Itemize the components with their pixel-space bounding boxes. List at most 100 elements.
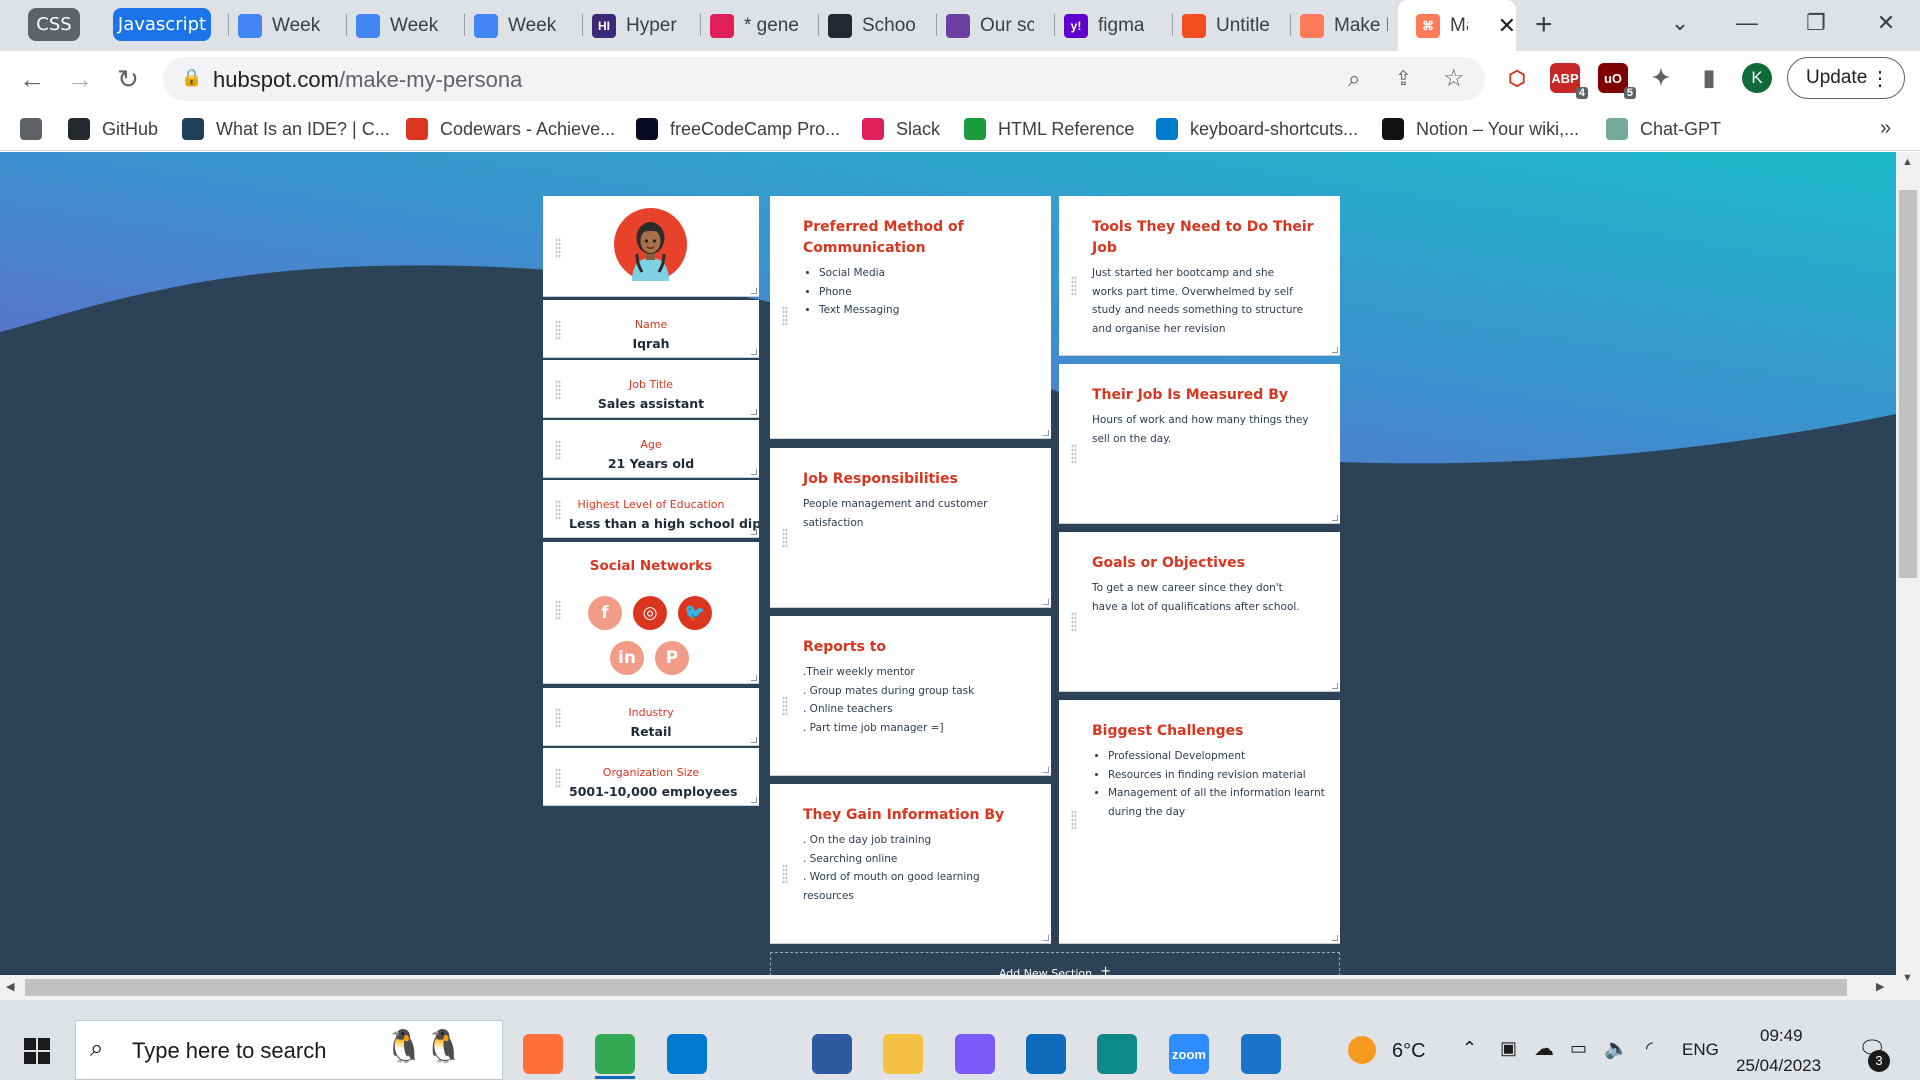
side-panel-icon[interactable]: ▮: [1694, 63, 1724, 93]
taskbar-search-box[interactable]: ⌕ Type here to search 🐧🐧: [75, 1020, 503, 1080]
resize-handle-icon[interactable]: [751, 469, 757, 475]
tab-search-chevron-icon[interactable]: ⌄: [1660, 8, 1700, 38]
facebook-icon[interactable]: f: [588, 596, 622, 630]
bookmark-item[interactable]: [20, 115, 54, 143]
tab[interactable]: Make N: [1300, 8, 1388, 43]
scroll-right-arrow-icon[interactable]: ▶: [1876, 980, 1884, 993]
drag-handle-icon[interactable]: [555, 238, 561, 258]
resize-handle-icon[interactable]: [751, 737, 757, 743]
tab[interactable]: Week 7: [474, 8, 562, 43]
persona-section-card[interactable]: Tools They Need to Do Their Job Just start…: [1059, 196, 1340, 356]
chrome-icon[interactable]: [595, 1034, 635, 1074]
system-tray-chevron-icon[interactable]: ⌃: [1462, 1038, 1477, 1059]
drag-handle-icon[interactable]: [1071, 444, 1077, 464]
twitter-icon[interactable]: 🐦: [678, 596, 712, 630]
restore-icon[interactable]: ❐: [1796, 8, 1836, 38]
weather-sun-icon[interactable]: [1348, 1036, 1376, 1064]
bookmark-item[interactable]: What Is an IDE? | C...: [182, 115, 390, 143]
edge-icon[interactable]: [1097, 1034, 1137, 1074]
address-bar[interactable]: 🔒 hubspot.com/make-my-persona ⌕ ⇪ ☆: [163, 57, 1485, 101]
persona-field-card[interactable]: Organization Size 5001-10,000 employees: [543, 748, 759, 806]
bookmark-item[interactable]: GitHub: [68, 115, 158, 143]
resize-handle-icon[interactable]: [1332, 515, 1338, 521]
persona-section-card[interactable]: Job Responsibilities People management an…: [770, 448, 1051, 608]
forward-icon[interactable]: →: [62, 61, 98, 97]
vertical-scrollbar[interactable]: ▲ ▼: [1896, 152, 1920, 1000]
drag-handle-icon[interactable]: [782, 306, 788, 326]
bookmark-item[interactable]: keyboard-shortcuts...: [1156, 115, 1358, 143]
resize-handle-icon[interactable]: [1043, 935, 1049, 941]
resize-handle-icon[interactable]: [1043, 599, 1049, 605]
photos-icon[interactable]: [1241, 1034, 1281, 1074]
drag-handle-icon[interactable]: [782, 528, 788, 548]
resize-handle-icon[interactable]: [751, 349, 757, 355]
tab[interactable]: Untitle: [1182, 8, 1270, 43]
avatar[interactable]: [614, 208, 687, 281]
tab-group-css[interactable]: CSS: [28, 8, 80, 41]
scrollbar-thumb[interactable]: [1899, 190, 1917, 578]
update-button[interactable]: Update ⋮: [1787, 57, 1905, 99]
instagram-icon[interactable]: ◎: [633, 596, 667, 630]
persona-field-card[interactable]: Age 21 Years old: [543, 420, 759, 478]
powershell-icon[interactable]: [812, 1034, 852, 1074]
drag-handle-icon[interactable]: [782, 864, 788, 884]
drag-handle-icon[interactable]: [1071, 276, 1077, 296]
bookmark-item[interactable]: freeCodeCamp Pro...: [636, 115, 840, 143]
copilot-icon[interactable]: [955, 1034, 995, 1074]
new-tab-icon[interactable]: +: [1535, 8, 1553, 42]
avatar-card[interactable]: [543, 196, 759, 297]
scroll-left-arrow-icon[interactable]: ◀: [6, 980, 14, 993]
tab[interactable]: * gener: [710, 8, 798, 43]
onedrive-cloud-icon[interactable]: ☁: [1534, 1036, 1554, 1061]
ublock-icon[interactable]: uO 5: [1598, 63, 1636, 99]
pinterest-icon[interactable]: P: [655, 641, 689, 675]
resize-handle-icon[interactable]: [1332, 683, 1338, 689]
extensions-puzzle-icon[interactable]: ✦: [1646, 63, 1676, 93]
persona-section-card[interactable]: They Gain Information By . On the day job…: [770, 784, 1051, 944]
wifi-icon[interactable]: ◜: [1646, 1038, 1653, 1059]
add-new-section-button[interactable]: Add New Section +: [770, 952, 1340, 975]
scroll-down-arrow-icon[interactable]: ▼: [1902, 972, 1913, 984]
pocket-icon[interactable]: ⬡: [1502, 63, 1532, 93]
zoom-search-icon[interactable]: ⌕: [1348, 66, 1360, 92]
window-close-icon[interactable]: ✕: [1866, 8, 1906, 38]
reload-icon[interactable]: ↻: [110, 61, 146, 97]
more-bookmarks-chevron-icon[interactable]: »: [1880, 117, 1891, 140]
battery-icon[interactable]: ▭: [1570, 1038, 1587, 1059]
tab-group-javascript[interactable]: Javascript: [113, 8, 211, 41]
bookmark-item[interactable]: Codewars - Achieve...: [406, 115, 615, 143]
persona-field-card[interactable]: Industry Retail: [543, 688, 759, 746]
windows-start-icon[interactable]: [24, 1038, 50, 1064]
drag-handle-icon[interactable]: [1071, 612, 1077, 632]
resize-handle-icon[interactable]: [1332, 935, 1338, 941]
drag-handle-icon[interactable]: [782, 696, 788, 716]
persona-field-card[interactable]: Highest Level of Education Less than a hi…: [543, 480, 759, 538]
tab[interactable]: HI Hyper: [592, 8, 680, 43]
resize-handle-icon[interactable]: [1043, 430, 1049, 436]
profile-avatar[interactable]: K: [1742, 63, 1772, 93]
bookmark-item[interactable]: HTML Reference: [964, 115, 1134, 143]
url-text[interactable]: hubspot.com/make-my-persona: [213, 67, 522, 93]
persona-field-card[interactable]: Job Title Sales assistant: [543, 360, 759, 418]
tab-active[interactable]: ⌘ Ma ✕: [1398, 0, 1516, 51]
volume-icon[interactable]: 🔈: [1604, 1036, 1629, 1061]
adblock-plus-icon[interactable]: ABP 4: [1550, 63, 1588, 99]
persona-section-card[interactable]: Reports to .Their weekly mentor . Group ma…: [770, 616, 1051, 776]
persona-section-card[interactable]: Their Job Is Measured By Hours of work an…: [1059, 364, 1340, 524]
linkedin-icon[interactable]: in: [610, 641, 644, 675]
close-icon[interactable]: ✕: [1498, 13, 1516, 39]
mail-icon[interactable]: [1026, 1034, 1066, 1074]
minimize-icon[interactable]: —: [1727, 8, 1767, 38]
resize-handle-icon[interactable]: [1332, 347, 1338, 353]
clock-time[interactable]: 09:49: [1760, 1026, 1803, 1046]
clock-date[interactable]: 25/04/2023: [1736, 1056, 1821, 1076]
share-icon[interactable]: ⇪: [1395, 66, 1412, 91]
zoom-icon[interactable]: zoom: [1169, 1034, 1209, 1074]
resize-handle-icon[interactable]: [751, 409, 757, 415]
resize-handle-icon[interactable]: [1043, 767, 1049, 773]
bookmark-star-icon[interactable]: ☆: [1443, 64, 1465, 93]
drag-handle-icon[interactable]: [555, 600, 561, 620]
drag-handle-icon[interactable]: [1071, 810, 1077, 830]
resize-handle-icon[interactable]: [751, 529, 757, 535]
tab[interactable]: Week 7: [238, 8, 326, 43]
